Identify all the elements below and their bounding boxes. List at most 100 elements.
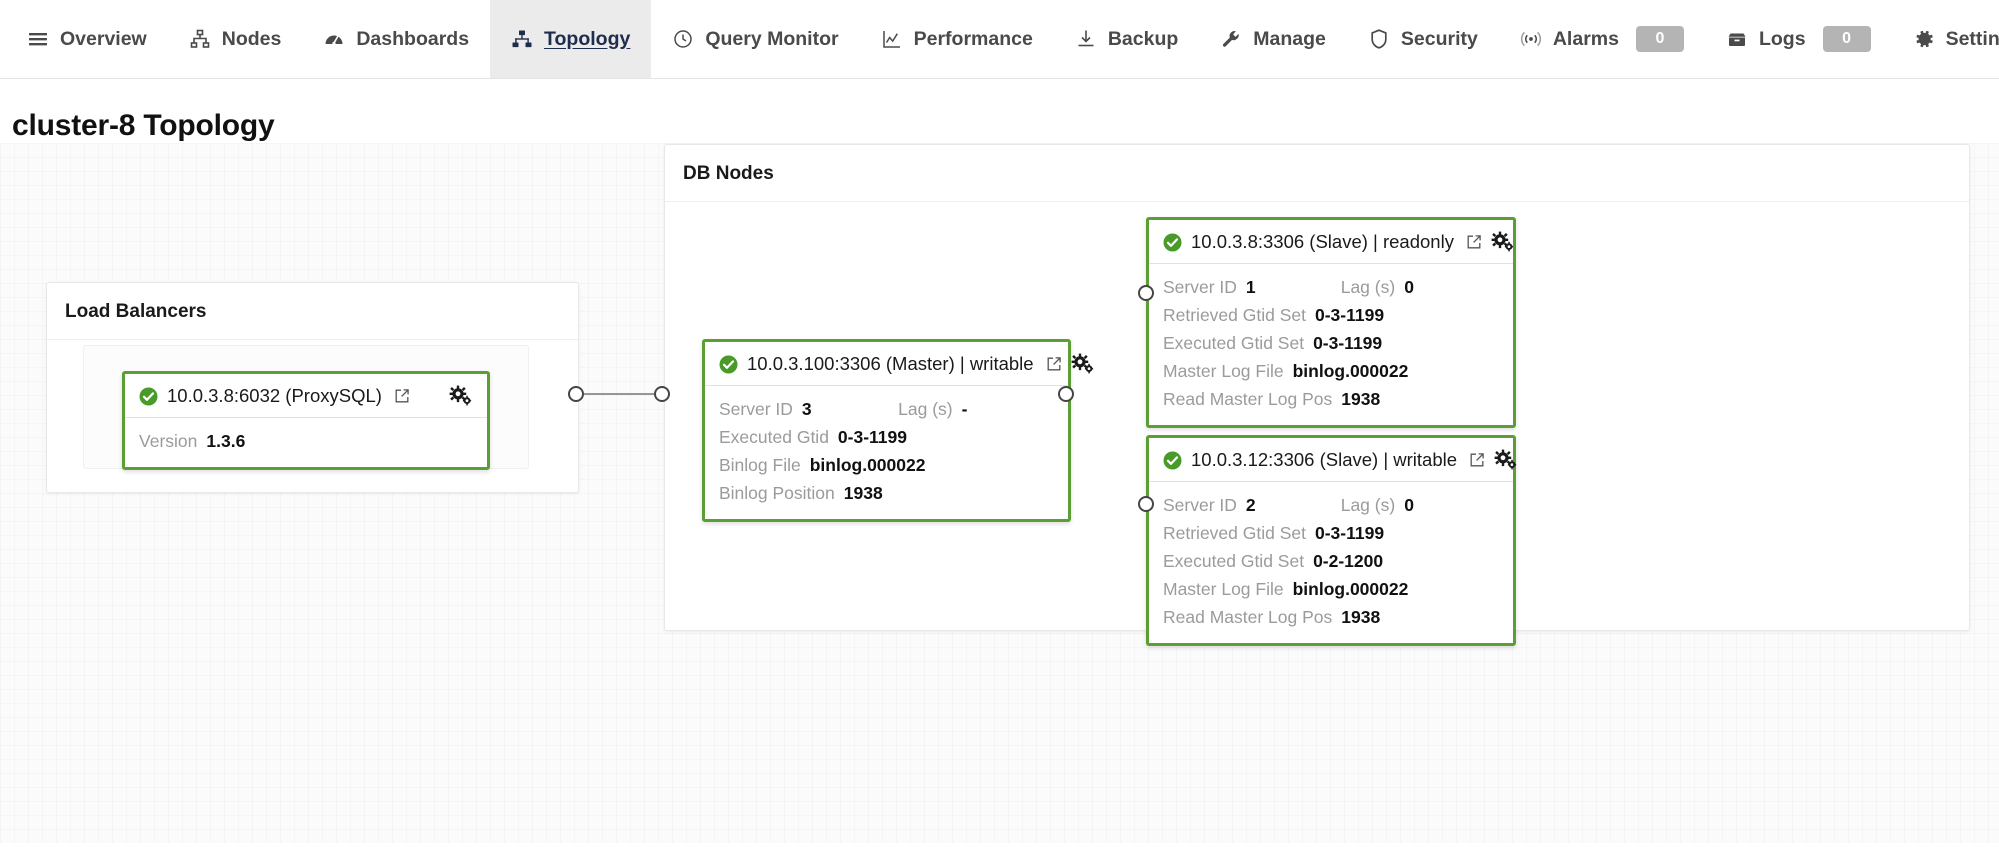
- connector-endpoint-slave1-in[interactable]: [1138, 285, 1154, 301]
- property-row: Master Log File binlog.000022: [1163, 357, 1499, 385]
- main-navigation: Overview Nodes Dashboards Topology Query…: [0, 0, 1999, 79]
- nav-item-logs[interactable]: Logs 0: [1705, 0, 1892, 78]
- property-key-lag: Lag (s): [1340, 276, 1396, 297]
- cogs-settings-icon[interactable]: [1494, 449, 1518, 471]
- nav-item-nodes[interactable]: Nodes: [168, 0, 303, 78]
- property-row: Read Master Log Pos 1938: [1163, 603, 1499, 631]
- nav-item-query-monitor[interactable]: Query Monitor: [651, 0, 859, 78]
- page-title: cluster-8 Topology: [12, 109, 275, 142]
- property-key: Retrieved Gtid Set: [1163, 522, 1306, 543]
- property-row: Retrieved Gtid Set 0-3-1199: [1163, 301, 1499, 329]
- nav-label: Alarms: [1552, 27, 1619, 50]
- node-card-master[interactable]: 10.0.3.100:3306 (Master) | writable Serv…: [702, 339, 1093, 522]
- topology-icon: [511, 28, 533, 50]
- nav-label: Settings: [1945, 27, 1999, 50]
- property-value-lag: -: [961, 398, 968, 419]
- property-value: binlog.000022: [1292, 578, 1409, 599]
- connector-endpoint-slave2-in[interactable]: [1138, 496, 1154, 512]
- nav-item-security[interactable]: Security: [1347, 0, 1499, 78]
- nav-item-overview[interactable]: Overview: [6, 0, 168, 78]
- property-key: Binlog Position: [719, 482, 835, 503]
- nav-item-backup[interactable]: Backup: [1054, 0, 1199, 78]
- property-key: Binlog File: [719, 454, 801, 475]
- property-row: Binlog Position 1938: [719, 479, 1054, 507]
- chart-line-icon: [881, 28, 903, 50]
- property-value: 1.3.6: [206, 430, 246, 451]
- nav-label: Query Monitor: [705, 27, 839, 50]
- property-value: binlog.000022: [1292, 360, 1409, 381]
- cogs-settings-icon[interactable]: [449, 385, 473, 407]
- menu-icon: [27, 28, 49, 50]
- property-key: Retrieved Gtid Set: [1163, 304, 1306, 325]
- property-value-lag: 0: [1404, 494, 1414, 515]
- sitemap-icon: [189, 28, 211, 50]
- external-link-icon[interactable]: [394, 388, 410, 404]
- property-key: Version: [139, 430, 198, 451]
- property-key: Executed Gtid Set: [1163, 332, 1305, 353]
- connector-endpoint-master-in[interactable]: [654, 386, 670, 402]
- nav-item-performance[interactable]: Performance: [860, 0, 1054, 78]
- clock-icon: [672, 28, 694, 50]
- property-row: Read Master Log Pos 1938: [1163, 385, 1499, 413]
- property-value: 0-3-1199: [1314, 522, 1385, 543]
- node-header: 10.0.3.12:3306 (Slave) | writable: [1149, 438, 1517, 482]
- node-header: 10.0.3.100:3306 (Master) | writable: [705, 342, 1093, 386]
- property-key: Executed Gtid: [719, 426, 829, 447]
- property-key: Read Master Log Pos: [1163, 606, 1333, 627]
- node-card-slave-2[interactable]: 10.0.3.12:3306 (Slave) | writable Server…: [1146, 435, 1517, 646]
- topology-canvas[interactable]: Load Balancers DB Nodes 10.0.3.8:6032 (P…: [0, 143, 1999, 843]
- property-value: 1938: [1341, 388, 1381, 409]
- nav-item-manage[interactable]: Manage: [1199, 0, 1347, 78]
- status-ok-icon: [719, 355, 738, 374]
- cogs-settings-icon[interactable]: [1491, 231, 1515, 253]
- nav-item-topology[interactable]: Topology: [490, 0, 652, 78]
- group-title-db-nodes: DB Nodes: [665, 145, 1969, 202]
- nav-label: Logs: [1758, 27, 1806, 50]
- wrench-icon: [1220, 28, 1242, 50]
- group-title-load-balancers: Load Balancers: [47, 283, 578, 340]
- status-ok-icon: [139, 387, 158, 406]
- node-header: 10.0.3.8:6032 (ProxySQL): [125, 374, 487, 418]
- node-name: 10.0.3.8:3306 (Slave) | readonly: [1191, 231, 1454, 252]
- logs-badge: 0: [1822, 26, 1871, 52]
- connector-endpoint-lb-out[interactable]: [568, 386, 584, 402]
- property-row: Binlog File binlog.000022: [719, 451, 1054, 479]
- alarms-badge: 0: [1635, 26, 1684, 52]
- external-link-icon[interactable]: [1469, 452, 1485, 468]
- nav-item-alarms[interactable]: Alarms 0: [1499, 0, 1705, 78]
- property-value: 0-3-1199: [837, 426, 908, 447]
- property-row: Version 1.3.6: [139, 427, 473, 455]
- property-value: 0-3-1199: [1314, 304, 1385, 325]
- property-key: Executed Gtid Set: [1163, 550, 1305, 571]
- property-row: Server ID 1 Lag (s) 0: [1163, 273, 1499, 301]
- nav-item-settings[interactable]: Settings: [1892, 0, 1999, 78]
- nav-label: Topology: [544, 27, 631, 50]
- property-row: Executed Gtid Set 0-2-1200: [1163, 547, 1499, 575]
- nav-label: Dashboards: [356, 27, 470, 50]
- property-value-lag: 0: [1404, 276, 1414, 297]
- property-row: Executed Gtid 0-3-1199: [719, 423, 1054, 451]
- property-key: Server ID: [719, 398, 793, 419]
- external-link-icon[interactable]: [1046, 356, 1062, 372]
- property-value: 0-3-1199: [1313, 332, 1383, 353]
- property-value: 1938: [843, 482, 883, 503]
- cogs-settings-icon[interactable]: [1071, 353, 1095, 375]
- property-value: 1: [1245, 276, 1256, 297]
- node-card-proxysql[interactable]: 10.0.3.8:6032 (ProxySQL) Version 1.3.6: [122, 371, 490, 470]
- archive-icon: [1726, 28, 1748, 50]
- nav-label: Backup: [1107, 27, 1179, 50]
- property-key: Master Log File: [1163, 578, 1284, 599]
- node-properties: Version 1.3.6: [125, 418, 487, 467]
- property-value: 2: [1245, 494, 1256, 515]
- gear-icon: [1913, 28, 1935, 50]
- property-key: Master Log File: [1163, 360, 1284, 381]
- connector-endpoint-master-out[interactable]: [1058, 386, 1074, 402]
- node-card-slave-1[interactable]: 10.0.3.8:3306 (Slave) | readonly Server …: [1146, 217, 1516, 428]
- property-row: Server ID 2 Lag (s) 0: [1163, 491, 1499, 519]
- node-header: 10.0.3.8:3306 (Slave) | readonly: [1149, 220, 1515, 264]
- nav-label: Security: [1400, 27, 1478, 50]
- external-link-icon[interactable]: [1466, 234, 1482, 250]
- property-key: Server ID: [1163, 494, 1237, 515]
- download-icon: [1075, 28, 1097, 50]
- nav-item-dashboards[interactable]: Dashboards: [302, 0, 490, 78]
